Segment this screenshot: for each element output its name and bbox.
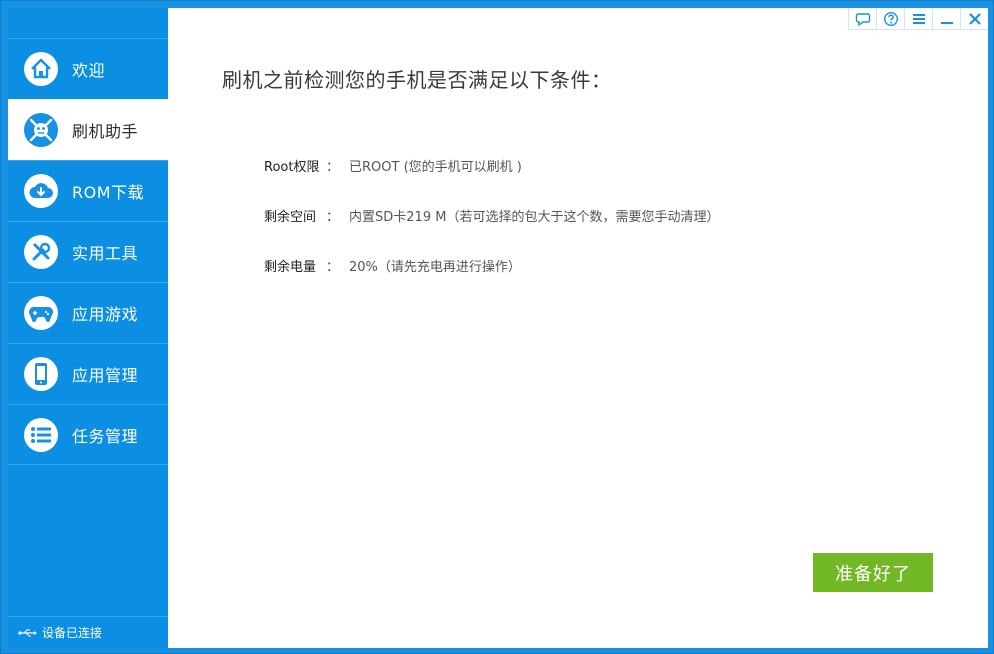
sidebar-item-task-management[interactable]: 任务管理 [8, 404, 168, 465]
window-controls [848, 8, 988, 32]
usb-icon [18, 629, 37, 636]
condition-label: 剩余空间 [264, 210, 317, 225]
home-icon [24, 52, 58, 86]
sidebar-divider [8, 464, 168, 465]
sidebar: 欢迎 刷机助手 ROM下载 实用工具 应用游戏 应用管理 任务管理 设备已连接 [8, 8, 168, 648]
sidebar-item-rom-download[interactable]: ROM下载 [8, 160, 168, 221]
minimize-icon [940, 21, 953, 24]
condition-row-storage: 剩余空间 ： 内置SD卡219 M（若可选择的包大于这个数，需要您手动清理） [264, 206, 719, 225]
close-icon [968, 12, 981, 25]
tools-icon [24, 235, 58, 269]
page-title: 刷机之前检测您的手机是否满足以下条件： [222, 68, 612, 92]
condition-colon: ： [326, 160, 340, 175]
sidebar-item-welcome[interactable]: 欢迎 [8, 38, 168, 99]
condition-label: Root权限 [264, 160, 320, 175]
sidebar-item-apps-games[interactable]: 应用游戏 [8, 282, 168, 343]
sidebar-item-label: 刷机助手 [72, 122, 139, 141]
condition-label: 剩余电量 [264, 260, 317, 275]
condition-row-battery: 剩余电量 ： 20%（请先充电再进行操作） [264, 256, 521, 275]
close-button[interactable] [960, 8, 988, 30]
list-icon [24, 418, 58, 452]
android-robot-icon [24, 113, 58, 147]
sidebar-item-label: 任务管理 [72, 427, 139, 446]
main-panel: 刷机之前检测您的手机是否满足以下条件： Root权限 ： 已ROOT (您的手机… [168, 8, 988, 648]
cloud-download-icon [24, 174, 58, 208]
feedback-button[interactable] [848, 8, 876, 30]
sidebar-item-label: 欢迎 [72, 61, 106, 80]
sidebar-item-label: 实用工具 [72, 244, 139, 263]
sidebar-item-label: 应用游戏 [72, 305, 139, 324]
phone-icon [24, 357, 58, 391]
sidebar-item-app-management[interactable]: 应用管理 [8, 343, 168, 404]
sidebar-item-label: 应用管理 [72, 366, 139, 385]
minimize-button[interactable] [932, 8, 960, 30]
app-window: 欢迎 刷机助手 ROM下载 实用工具 应用游戏 应用管理 任务管理 设备已连接 … [0, 0, 994, 654]
condition-colon: ： [326, 260, 340, 275]
condition-value: 20%（请先充电再进行操作） [349, 260, 521, 275]
sidebar-item-tools[interactable]: 实用工具 [8, 221, 168, 282]
condition-row-root: Root权限 ： 已ROOT (您的手机可以刷机 ) [264, 156, 522, 175]
status-text: 设备已连接 [42, 626, 103, 640]
help-button[interactable] [876, 8, 904, 30]
sidebar-item-label: ROM下载 [72, 183, 145, 202]
ready-button[interactable]: 准备好了 [813, 553, 933, 592]
condition-value: 内置SD卡219 M（若可选择的包大于这个数，需要您手动清理） [349, 210, 720, 225]
condition-colon: ： [326, 210, 340, 225]
feedback-icon [855, 12, 870, 26]
connection-status: 设备已连接 [8, 616, 168, 648]
sidebar-item-flash-assistant[interactable]: 刷机助手 [8, 99, 168, 160]
gamepad-icon [24, 296, 58, 330]
help-icon [883, 11, 898, 26]
menu-button[interactable] [904, 8, 932, 30]
menu-icon [912, 13, 925, 24]
condition-value: 已ROOT (您的手机可以刷机 ) [349, 160, 522, 175]
